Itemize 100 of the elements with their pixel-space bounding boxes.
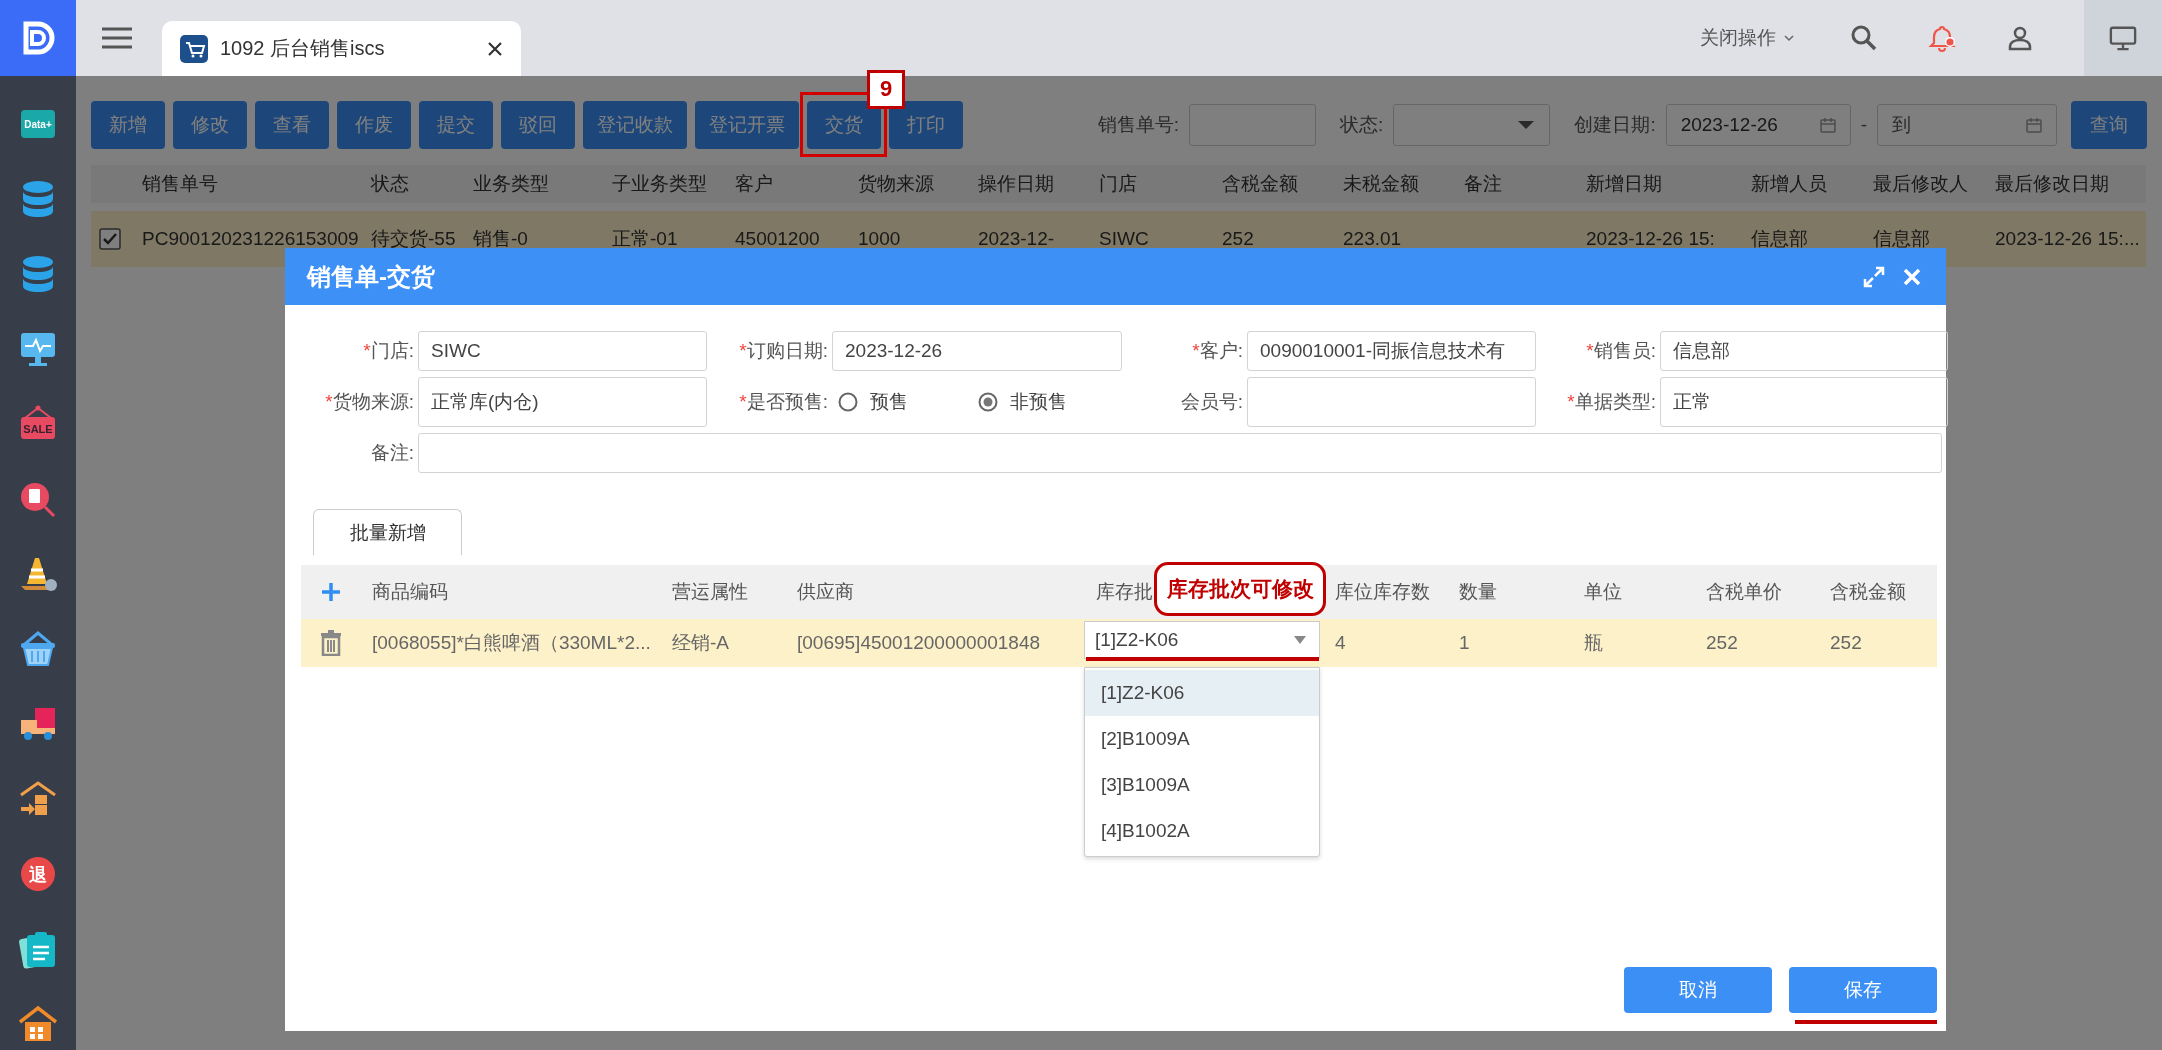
toolbar-button[interactable]: 打印	[889, 100, 963, 149]
expand-icon[interactable]	[1862, 264, 1886, 289]
toolbar-button[interactable]: 登记开票	[695, 100, 799, 149]
table-cell: 1000	[858, 228, 901, 250]
field-label: *销售员:	[1585, 339, 1656, 363]
dropdown-arrow-icon	[1517, 119, 1536, 130]
close-icon[interactable]	[487, 40, 503, 57]
table-cell: 45001200	[735, 228, 820, 250]
field-label: *货物来源:	[324, 390, 414, 414]
input-field[interactable]: 正常库(内仓)	[418, 377, 707, 427]
dropdown-arrow-icon	[1291, 635, 1309, 645]
batch-add-button[interactable]: 批量新增	[313, 509, 462, 555]
date-to-field[interactable]: 到	[1877, 103, 2057, 146]
close-operations-menu[interactable]: 关闭操作	[1694, 24, 1800, 52]
input-field[interactable]: 2023-12-26	[832, 331, 1122, 371]
dialog-button[interactable]: 保存	[1789, 967, 1937, 1013]
column-header: 新增日期	[1586, 172, 1662, 196]
column-header: 状态	[371, 172, 409, 196]
table-cell-text: 待交货-55	[371, 227, 456, 251]
input-field[interactable]: 信息部	[1660, 331, 1948, 371]
table-cell-text: [0068055]*白熊啤酒（330ML*2...	[372, 631, 651, 655]
table-cell: 2023-12-26 15:	[1586, 228, 1715, 250]
column-header: 最后修改人	[1873, 172, 1968, 196]
toolbar-button[interactable]: 驳回	[501, 100, 575, 149]
add-icon[interactable]	[320, 582, 341, 602]
filter-label: 创建日期:	[1574, 112, 1656, 137]
monitor-icon[interactable]	[2109, 24, 2137, 52]
table-cell: 252	[1706, 632, 1738, 654]
batch-dropdown[interactable]: [1]Z2-K06	[1084, 621, 1320, 659]
query-button[interactable]: 查询	[2071, 100, 2147, 149]
table-cell-text: 销售-0	[473, 227, 528, 251]
callout-note: 库存批次可修改	[1154, 562, 1326, 616]
browser-tab[interactable]: 1092 后台销售iscs	[162, 21, 521, 76]
filter-label: 销售单号:	[1097, 112, 1180, 137]
table-cell: 2023-12-26 15:...	[1995, 228, 2140, 250]
dropdown-option[interactable]: [2]B1009A	[1085, 716, 1319, 762]
column-header: 商品编码	[372, 580, 448, 604]
column-header: 营运属性	[672, 580, 748, 604]
table-cell: 2023-12-	[978, 228, 1055, 250]
field-label: *单据类型:	[1566, 390, 1656, 414]
dropdown-option[interactable]: [4]B1002A	[1085, 808, 1319, 854]
toolbar-button[interactable]: 提交	[419, 100, 493, 149]
table-cell-text: 瓶	[1584, 631, 1603, 655]
search-icon[interactable]	[1850, 24, 1878, 52]
radio-button[interactable]	[978, 392, 998, 412]
column-header: 操作日期	[978, 172, 1054, 196]
table-cell: 223.01	[1343, 228, 1402, 250]
checkbox[interactable]	[99, 228, 121, 250]
input-field[interactable]	[1247, 377, 1536, 427]
column-header: 新增人员	[1751, 172, 1827, 196]
input-field[interactable]: 正常	[1660, 377, 1948, 427]
column-header: 门店	[1099, 172, 1137, 196]
toolbar-button[interactable]: 交货	[807, 100, 881, 149]
menu-icon[interactable]	[102, 26, 132, 50]
table-cell: [00695]45001200000001848	[797, 632, 1041, 654]
table-cell: 4	[1335, 632, 1346, 654]
field-label: *订购日期:	[738, 339, 828, 363]
radio-button[interactable]	[838, 392, 858, 412]
column-header: 备注	[1464, 172, 1502, 196]
date-from-field[interactable]: 2023-12-26	[1665, 103, 1851, 146]
column-header: 货物来源	[858, 172, 934, 196]
tab-label: 1092 后台销售iscs	[220, 36, 386, 61]
field-label: *门店:	[362, 339, 414, 363]
column-header: 数量	[1459, 580, 1497, 604]
toolbar-button[interactable]: 作废	[337, 100, 411, 149]
input-field[interactable]: 0090010001-同振信息技术有	[1247, 331, 1536, 371]
column-header: 库位库存数	[1335, 580, 1430, 604]
input-field[interactable]: SIWC	[418, 331, 707, 371]
trash-icon[interactable]	[319, 630, 342, 656]
dropdown-option[interactable]: [1]Z2-K06	[1085, 670, 1319, 716]
field-label: 备注:	[369, 441, 414, 465]
column-header: 含税金额	[1830, 580, 1906, 604]
user-icon[interactable]	[2006, 24, 2034, 52]
order-number-field[interactable]	[1189, 103, 1317, 146]
field-label: 会员号:	[1179, 390, 1243, 414]
table-cell: SIWC	[1099, 228, 1149, 250]
date-separator: -	[1860, 113, 1867, 136]
filter-label: 状态:	[1340, 112, 1384, 137]
column-header: 未税金额	[1343, 172, 1419, 196]
toolbar-button[interactable]: 查看	[255, 100, 329, 149]
table-cell: 252	[1222, 228, 1254, 250]
bell-icon[interactable]	[1928, 24, 1956, 52]
radio-option[interactable]: 非预售	[972, 389, 1112, 415]
toolbar-button[interactable]: 新增	[91, 100, 165, 149]
table-cell-text: 信息部	[1751, 227, 1808, 251]
field-label: *客户:	[1191, 339, 1243, 363]
table-cell-text: 正常-01	[612, 227, 678, 251]
toolbar-button[interactable]: 修改	[173, 100, 247, 149]
column-header: 客户	[735, 172, 773, 196]
toolbar-button[interactable]: 登记收款	[583, 100, 687, 149]
radio-option[interactable]: 预售	[832, 389, 972, 415]
dialog-button[interactable]: 取消	[1624, 967, 1772, 1013]
column-header: 库存批	[1096, 580, 1153, 604]
step-number: 9	[867, 69, 905, 109]
table-cell-text: 信息部	[1873, 227, 1930, 251]
column-header: 含税单价	[1706, 580, 1782, 604]
table-cell: 1	[1459, 632, 1470, 654]
dropdown-option[interactable]: [3]B1009A	[1085, 762, 1319, 808]
column-header: 单位	[1584, 580, 1622, 604]
input-field[interactable]	[418, 433, 1942, 473]
